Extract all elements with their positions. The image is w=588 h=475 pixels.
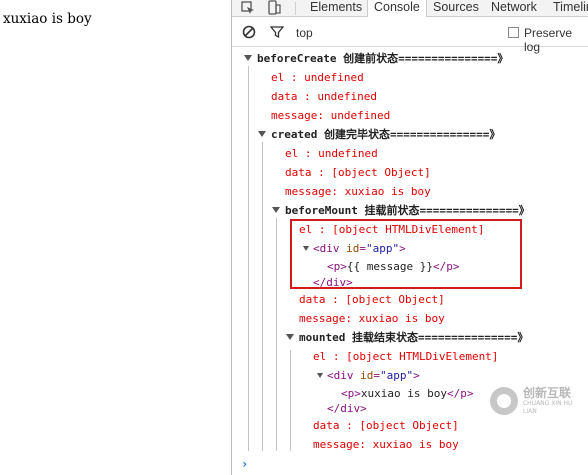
console-prompt[interactable]: › <box>241 455 248 474</box>
expand-triangle-icon[interactable] <box>317 373 323 378</box>
log-line: message: xuxiao is boy <box>285 185 431 198</box>
highlight-box <box>290 219 522 289</box>
group-guide-line <box>276 218 277 451</box>
group-title: beforeMount 挂载前状态===============》 <box>285 204 530 217</box>
log-line: message: undefined <box>271 109 391 122</box>
group-title: mounted 挂载结束状态===============》 <box>299 331 529 344</box>
context-select[interactable]: top <box>296 26 313 40</box>
log-line: message: xuxiao is boy <box>313 438 459 451</box>
group-before-create[interactable]: beforeCreate 创建前状态===============》 <box>244 49 508 68</box>
tab-timeline[interactable]: Timelin <box>553 0 588 17</box>
filter-icon[interactable] <box>269 25 285 42</box>
log-line: message: xuxiao is boy <box>299 312 445 325</box>
group-title: beforeCreate 创建前状态===============》 <box>257 52 509 65</box>
expand-triangle-icon[interactable] <box>244 55 252 61</box>
watermark-logo-icon <box>490 387 518 415</box>
console-filter-bar: top Preserve log <box>232 17 588 54</box>
log-line-el: el : [object HTMLDivElement] <box>313 350 499 363</box>
log-line: data : [object Object] <box>285 166 431 179</box>
watermark-text: 创新互联 CHUANG XIN HU LIAN <box>522 386 573 415</box>
devtools-tabbar: Elements Console Sources Network Timelin <box>232 0 588 18</box>
page-body-text: xuxiao is boy <box>3 11 92 27</box>
tab-elements[interactable]: Elements <box>310 0 362 17</box>
group-before-mount[interactable]: beforeMount 挂载前状态===============》 <box>272 201 530 220</box>
device-toolbar-icon[interactable] <box>266 0 284 17</box>
inspect-element-icon[interactable] <box>240 0 258 17</box>
clear-console-icon[interactable] <box>242 25 256 42</box>
log-line: data : undefined <box>271 90 377 103</box>
group-guide-line <box>290 350 291 451</box>
tab-sources[interactable]: Sources <box>433 0 479 17</box>
group-mounted[interactable]: mounted 挂载结束状态===============》 <box>286 328 528 347</box>
toolbar-divider <box>295 2 296 15</box>
log-line: el : undefined <box>285 147 378 160</box>
group-title: created 创建完毕状态===============》 <box>271 128 501 141</box>
tab-console[interactable]: Console <box>367 0 427 18</box>
devtools-panel: Elements Console Sources Network Timelin… <box>231 0 588 475</box>
log-line: data : [object Object] <box>313 419 459 432</box>
expand-triangle-icon[interactable] <box>258 131 266 137</box>
expand-triangle-icon[interactable] <box>272 207 280 213</box>
group-guide-line <box>248 66 249 451</box>
log-line: el : undefined <box>271 71 364 84</box>
preserve-log-checkbox[interactable] <box>508 27 519 38</box>
tab-network[interactable]: Network <box>491 0 537 17</box>
group-created[interactable]: created 创建完毕状态===============》 <box>258 125 500 144</box>
group-guide-line <box>262 142 263 451</box>
log-line: data : [object Object] <box>299 293 445 306</box>
expand-triangle-icon[interactable] <box>286 334 294 340</box>
dom-node-div[interactable]: <div id="app"> <box>317 366 420 385</box>
watermark-logo: 创新互联 CHUANG XIN HU LIAN <box>490 386 588 416</box>
